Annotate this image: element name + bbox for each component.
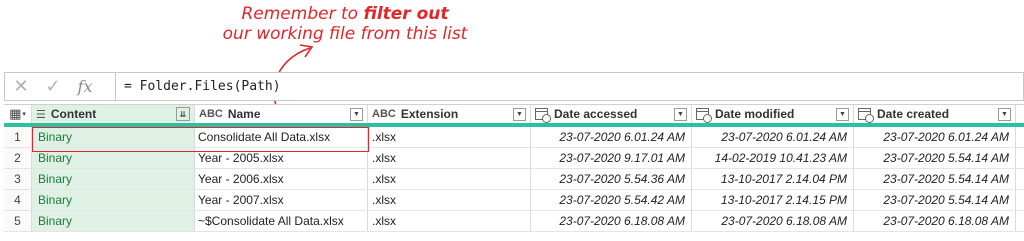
cell-date-accessed[interactable]: 23-07-2020 5.54.42 AM xyxy=(531,190,692,210)
cell-date-created[interactable]: 23-07-2020 5.54.14 AM xyxy=(854,148,1016,168)
cell-overflow xyxy=(1016,127,1024,147)
cell-overflow xyxy=(1016,190,1024,210)
column-header-content-label: Content xyxy=(50,107,97,121)
annotation-line-1: Remember to filter out xyxy=(200,4,490,24)
datetime-type-icon xyxy=(535,108,551,123)
cell-extension[interactable]: .xlsx xyxy=(368,169,531,189)
formula-input[interactable]: = Folder.Files(Path) xyxy=(116,79,281,94)
cell-date-modified[interactable]: 14-02-2019 10.41.23 AM xyxy=(692,148,854,168)
cell-overflow xyxy=(1016,211,1024,231)
text-type-icon: ABC xyxy=(199,108,223,120)
cell-name[interactable]: Year - 2006.xlsx xyxy=(195,169,368,189)
column-header-date-modified[interactable]: Date modified ▼ xyxy=(692,105,854,123)
cell-date-modified[interactable]: 13-10-2017 2.14.04 PM xyxy=(692,169,854,189)
table-row[interactable]: 3 Binary Year - 2006.xlsx .xlsx 23-07-20… xyxy=(4,169,1024,190)
cell-date-accessed[interactable]: 23-07-2020 5.54.36 AM xyxy=(531,169,692,189)
column-header-date-modified-label: Date modified xyxy=(715,107,795,121)
cell-overflow xyxy=(1016,148,1024,168)
cell-date-created[interactable]: 23-07-2020 5.54.14 AM xyxy=(854,169,1016,189)
column-header-extension-label: Extension xyxy=(400,107,459,121)
cell-name[interactable]: Consolidate All Data.xlsx xyxy=(195,127,368,147)
cell-extension[interactable]: .xlsx xyxy=(368,211,531,231)
cell-content[interactable]: Binary xyxy=(32,169,195,189)
text-type-icon: ABC xyxy=(372,108,396,120)
table-menu-icon[interactable]: ▦ ▾ xyxy=(4,105,32,123)
cancel-icon[interactable]: ✕ xyxy=(5,73,37,100)
cell-date-modified[interactable]: 23-07-2020 6.01.24 AM xyxy=(692,127,854,147)
row-number: 1 xyxy=(4,127,32,147)
filter-dropdown-icon[interactable]: ▼ xyxy=(998,107,1011,121)
formula-bar: ✕ ✓ fx = Folder.Files(Path) xyxy=(4,72,1024,101)
data-grid: ▦ ▾ ☰ Content ⇊ ABC Name ▼ ABC Extension … xyxy=(4,104,1024,232)
cell-date-created[interactable]: 23-07-2020 5.54.14 AM xyxy=(854,190,1016,210)
column-header-extension[interactable]: ABC Extension ▼ xyxy=(368,105,531,123)
cell-date-accessed[interactable]: 23-07-2020 6.18.08 AM xyxy=(531,211,692,231)
cell-content[interactable]: Binary xyxy=(32,211,195,231)
column-header-name[interactable]: ABC Name ▼ xyxy=(195,105,368,123)
cell-name[interactable]: Year - 2007.xlsx xyxy=(195,190,368,210)
row-number: 3 xyxy=(4,169,32,189)
filter-dropdown-icon[interactable]: ▼ xyxy=(513,107,526,121)
table-row[interactable]: 4 Binary Year - 2007.xlsx .xlsx 23-07-20… xyxy=(4,190,1024,211)
annotation-emphasis: filter out xyxy=(363,4,449,24)
cell-date-modified[interactable]: 23-07-2020 6.18.08 AM xyxy=(692,211,854,231)
cell-content[interactable]: Binary xyxy=(32,148,195,168)
table-row[interactable]: 5 Binary ~$Consolidate All Data.xlsx .xl… xyxy=(4,211,1024,232)
column-header-date-accessed-label: Date accessed xyxy=(554,107,638,121)
annotation-prefix: Remember to xyxy=(241,4,364,24)
column-header-date-created-label: Date created xyxy=(877,107,950,121)
cell-date-modified[interactable]: 13-10-2017 2.14.15 PM xyxy=(692,190,854,210)
cell-overflow xyxy=(1016,169,1024,189)
cell-date-accessed[interactable]: 23-07-2020 6.01.24 AM xyxy=(531,127,692,147)
table-row[interactable]: 1 Binary Consolidate All Data.xlsx .xlsx… xyxy=(4,127,1024,148)
cell-name[interactable]: Year - 2005.xlsx xyxy=(195,148,368,168)
row-number: 5 xyxy=(4,211,32,231)
annotation-text: Remember to filter out our working file … xyxy=(200,4,490,44)
filter-dropdown-icon[interactable]: ▼ xyxy=(836,107,849,121)
cell-extension[interactable]: .xlsx xyxy=(368,190,531,210)
row-number: 2 xyxy=(4,148,32,168)
fx-icon[interactable]: fx xyxy=(69,73,101,100)
cell-content[interactable]: Binary xyxy=(32,190,195,210)
cell-date-created[interactable]: 23-07-2020 6.01.24 AM xyxy=(854,127,1016,147)
row-number: 4 xyxy=(4,190,32,210)
cell-date-accessed[interactable]: 23-07-2020 9.17.01 AM xyxy=(531,148,692,168)
confirm-icon[interactable]: ✓ xyxy=(37,73,69,100)
header-row: ▦ ▾ ☰ Content ⇊ ABC Name ▼ ABC Extension … xyxy=(4,104,1024,127)
column-header-overflow xyxy=(1016,105,1024,123)
binary-type-icon: ☰ xyxy=(36,108,46,121)
table-row[interactable]: 2 Binary Year - 2005.xlsx .xlsx 23-07-20… xyxy=(4,148,1024,169)
cell-date-created[interactable]: 23-07-2020 6.18.08 AM xyxy=(854,211,1016,231)
datetime-type-icon xyxy=(858,108,874,123)
column-header-content[interactable]: ☰ Content ⇊ xyxy=(32,105,195,123)
cell-name[interactable]: ~$Consolidate All Data.xlsx xyxy=(195,211,368,231)
filter-dropdown-icon[interactable]: ▼ xyxy=(674,107,687,121)
column-header-name-label: Name xyxy=(227,107,261,121)
cell-content[interactable]: Binary xyxy=(32,127,195,147)
column-header-date-accessed[interactable]: Date accessed ▼ xyxy=(531,105,692,123)
expand-binary-icon[interactable]: ⇊ xyxy=(176,107,190,121)
datetime-type-icon xyxy=(696,108,712,123)
column-header-date-created[interactable]: Date created ▼ xyxy=(854,105,1016,123)
filter-dropdown-icon[interactable]: ▼ xyxy=(350,107,363,121)
cell-extension[interactable]: .xlsx xyxy=(368,148,531,168)
cell-extension[interactable]: .xlsx xyxy=(368,127,531,147)
